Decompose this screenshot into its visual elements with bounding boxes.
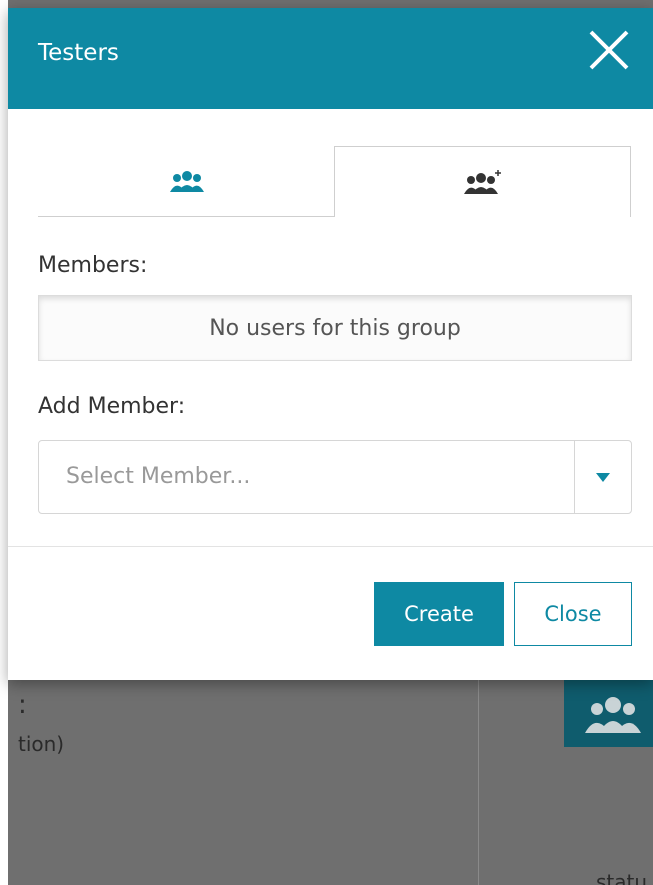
close-button[interactable]: Close: [514, 582, 632, 646]
tab-add-member[interactable]: [334, 146, 631, 217]
tab-members[interactable]: [38, 146, 335, 217]
close-icon[interactable]: [585, 26, 633, 74]
background-divider: [478, 680, 479, 885]
add-member-label: Add Member:: [38, 394, 186, 419]
empty-members-text: No users for this group: [209, 315, 461, 341]
users-group-icon: [169, 171, 204, 192]
background-text: statu: [596, 870, 648, 885]
background-text: tion): [18, 732, 65, 756]
select-toggle[interactable]: [575, 441, 631, 513]
background-text: :: [18, 690, 27, 720]
add-user-group-icon: [463, 170, 501, 194]
footer-divider: [8, 546, 653, 547]
modal-title: Testers: [38, 40, 119, 66]
member-select[interactable]: Select Member...: [38, 440, 632, 514]
caret-down-icon: [596, 472, 610, 482]
create-button[interactable]: Create: [374, 582, 504, 646]
background-tile: [564, 680, 653, 747]
modal-header: Testers: [8, 8, 653, 109]
members-list: No users for this group: [38, 295, 632, 361]
member-select-placeholder: Select Member...: [66, 464, 251, 489]
group-modal: Testers Members: No users for this group…: [8, 8, 653, 680]
members-label: Members:: [38, 253, 148, 278]
tab-bar: [38, 146, 632, 217]
users-group-icon: [584, 696, 641, 733]
